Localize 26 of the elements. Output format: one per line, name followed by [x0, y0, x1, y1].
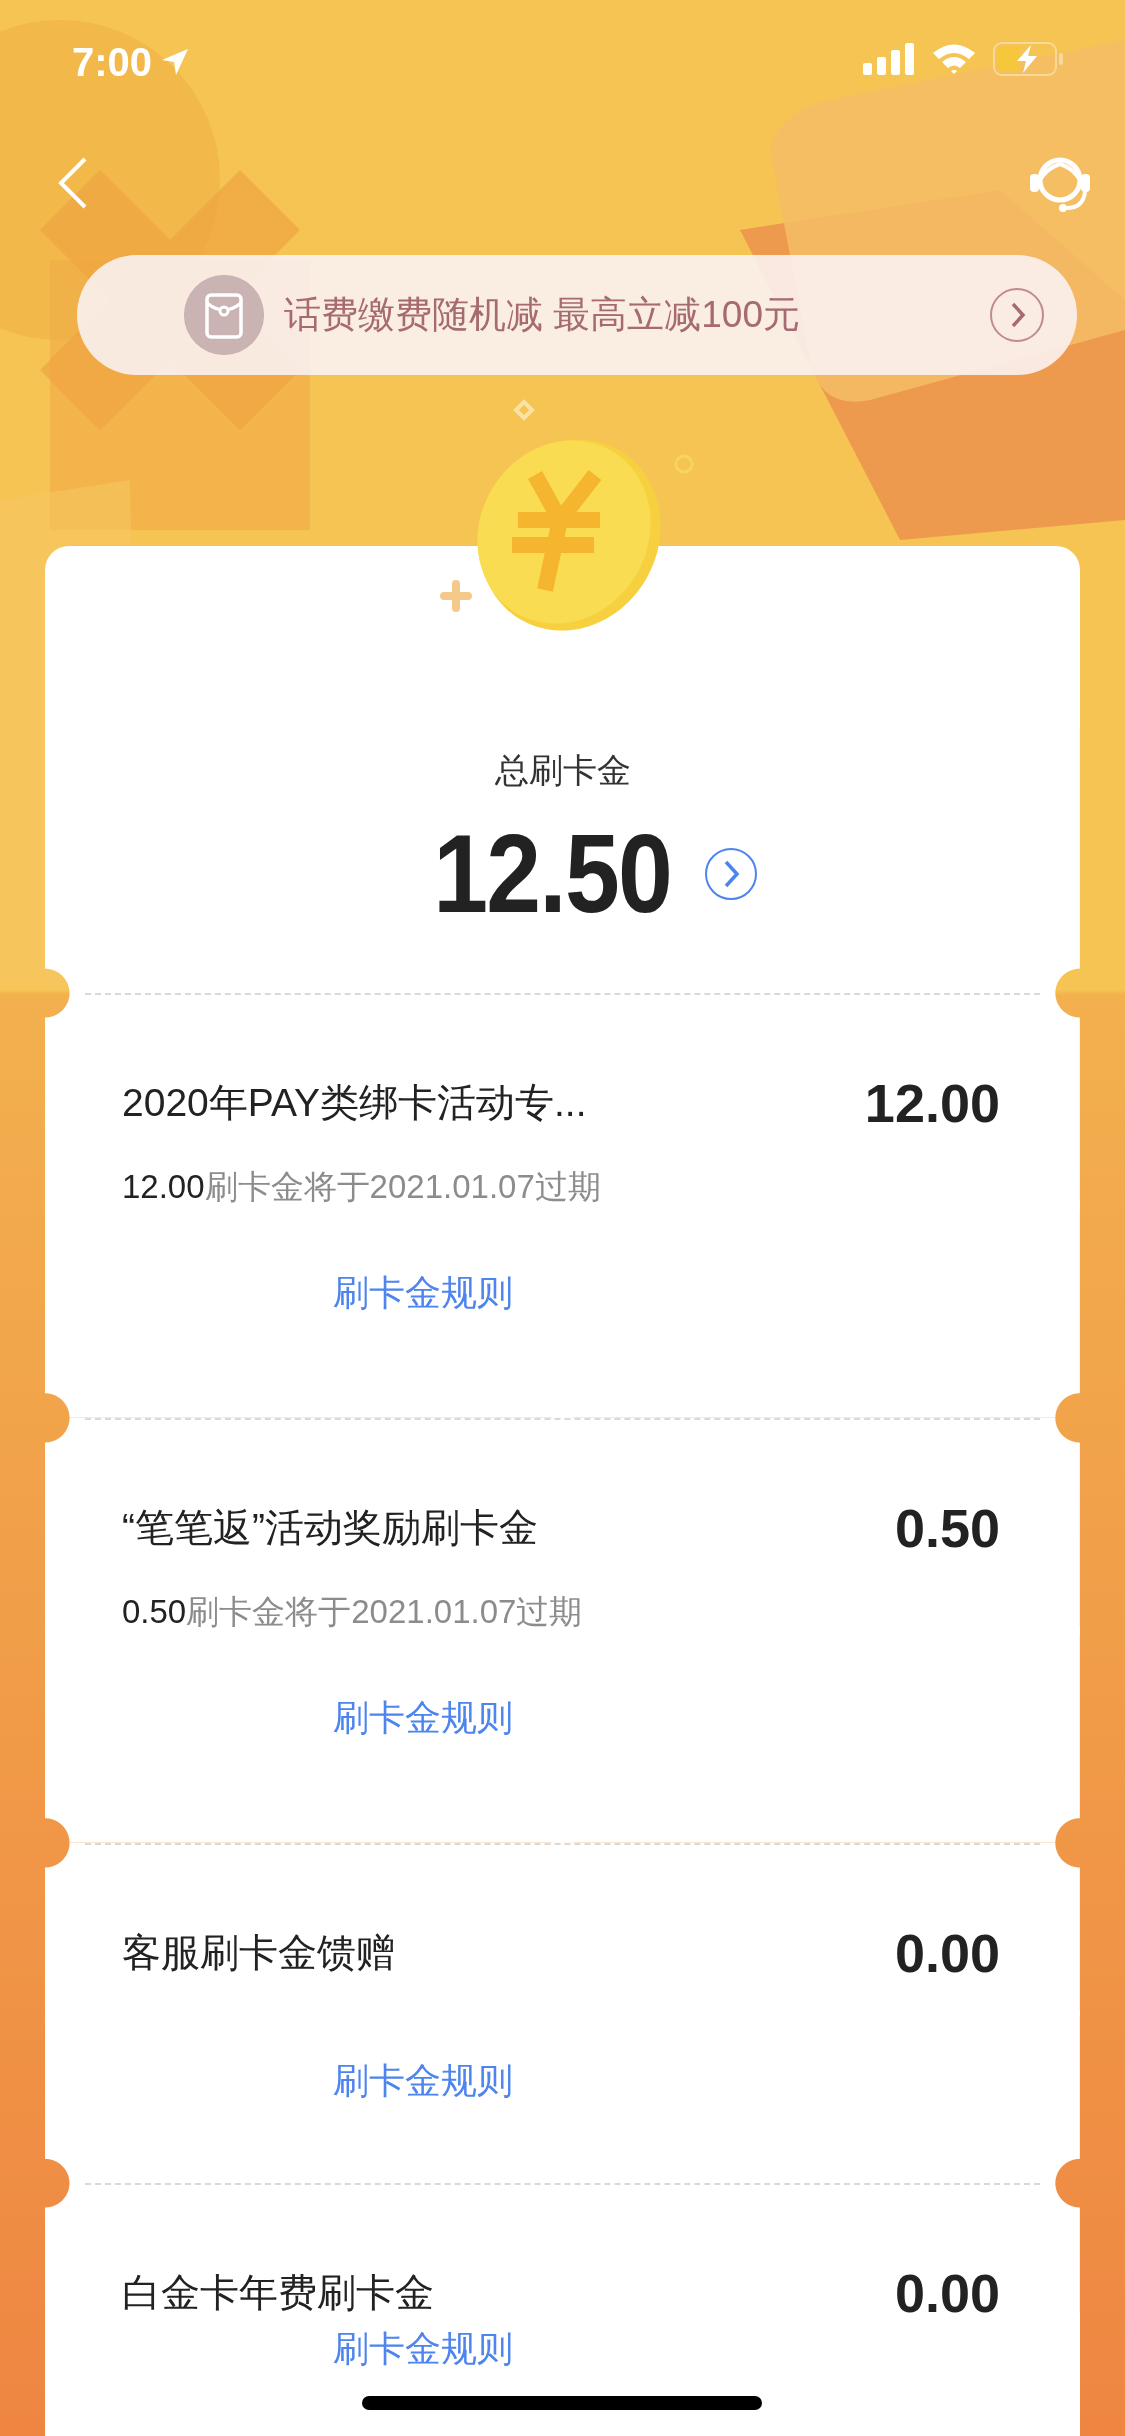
expiry-note: 12.00刷卡金将于2021.01.07过期 [122, 1167, 602, 1207]
coupon-title: “笔笔返”活动奖励刷卡金 [122, 1505, 538, 1551]
rules-link[interactable]: 刷卡金规则 [333, 1269, 513, 1317]
rules-link[interactable]: 刷卡金规则 [333, 1694, 513, 1742]
coupon-title: 白金卡年费刷卡金 [122, 2270, 434, 2316]
coupon-amount: 12.00 [864, 1077, 1000, 1129]
signal-icon [863, 43, 915, 75]
location-arrow-icon [160, 47, 191, 77]
chevron-circle-icon[interactable] [703, 847, 758, 901]
coupon-amount: 0.00 [894, 2267, 1000, 2319]
rules-link[interactable]: 刷卡金规则 [333, 2325, 513, 2373]
coupon-title: 客服刷卡金馈赠 [122, 1930, 395, 1976]
promo-banner[interactable]: 话费缴费随机减 最高立减100元 [77, 255, 1077, 375]
rules-link[interactable]: 刷卡金规则 [333, 2057, 513, 2105]
wifi-icon [931, 42, 977, 76]
total-label: 总刷卡金 [494, 750, 631, 791]
total-amount: 12.50 [433, 818, 672, 930]
battery-charging-icon [993, 42, 1065, 76]
coupon-amount: 0.00 [894, 1927, 1000, 1979]
status-time: 7:00 [72, 42, 153, 82]
envelope-icon [184, 275, 264, 355]
promo-text: 话费缴费随机减 最高立减100元 [284, 293, 801, 338]
coupon-title: 2020年PAY类绑卡活动专... [122, 1080, 587, 1126]
chevron-circle-icon[interactable] [989, 287, 1045, 343]
coupon-amount: 0.50 [894, 1502, 1000, 1554]
expiry-note: 0.50刷卡金将于2021.01.07过期 [122, 1592, 584, 1632]
